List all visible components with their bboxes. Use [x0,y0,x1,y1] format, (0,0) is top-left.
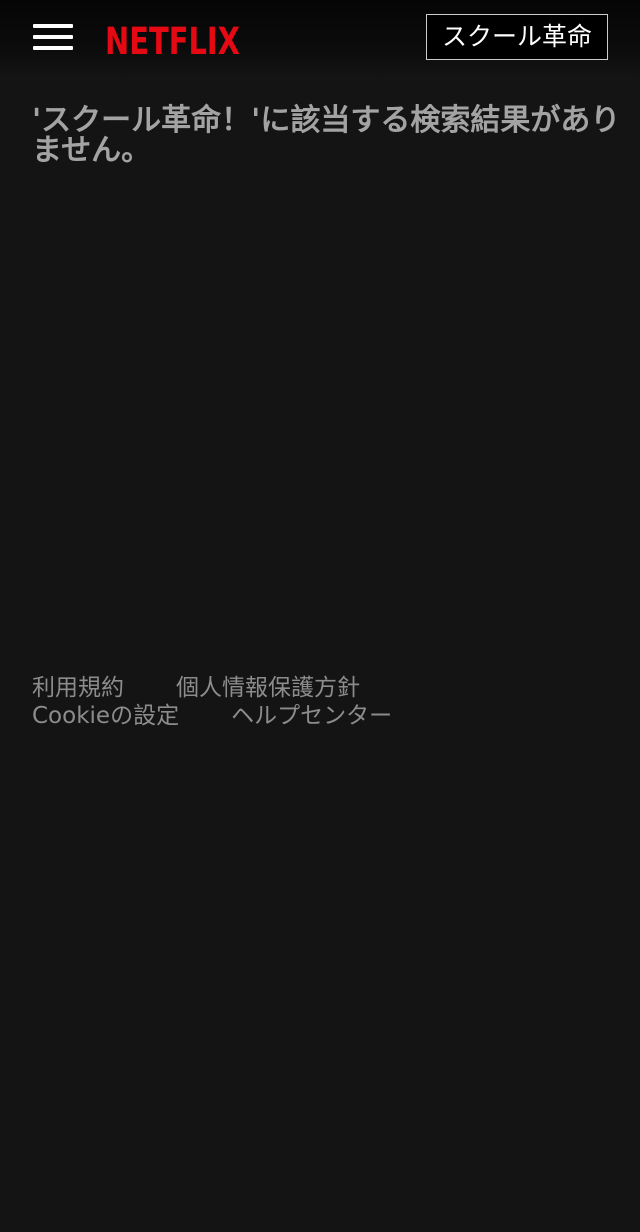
footer: 利用規約 個人情報保護方針 Cookieの設定 ヘルプセンター [32,674,592,730]
menu-line [33,46,73,50]
footer-link-terms-of-use[interactable]: 利用規約 [32,674,124,702]
netflix-logo-text: NETFLIX [105,19,240,58]
search-input[interactable] [426,14,608,60]
footer-link-help-center[interactable]: ヘルプセンター [231,702,392,730]
menu-line [33,24,73,28]
top-navigation-bar: NETFLIX [0,0,640,77]
menu-line [33,35,73,39]
hamburger-menu-icon[interactable] [33,22,73,54]
footer-link-privacy-policy[interactable]: 個人情報保護方針 [176,674,360,702]
footer-row: Cookieの設定 ヘルプセンター [32,702,592,730]
netflix-logo[interactable]: NETFLIX [104,14,242,58]
no-results-message: 'スクール革命！'に該当する検索結果がありません。 [32,103,621,168]
footer-row: 利用規約 個人情報保護方針 [32,674,592,702]
footer-link-cookie-settings[interactable]: Cookieの設定 [32,702,179,730]
